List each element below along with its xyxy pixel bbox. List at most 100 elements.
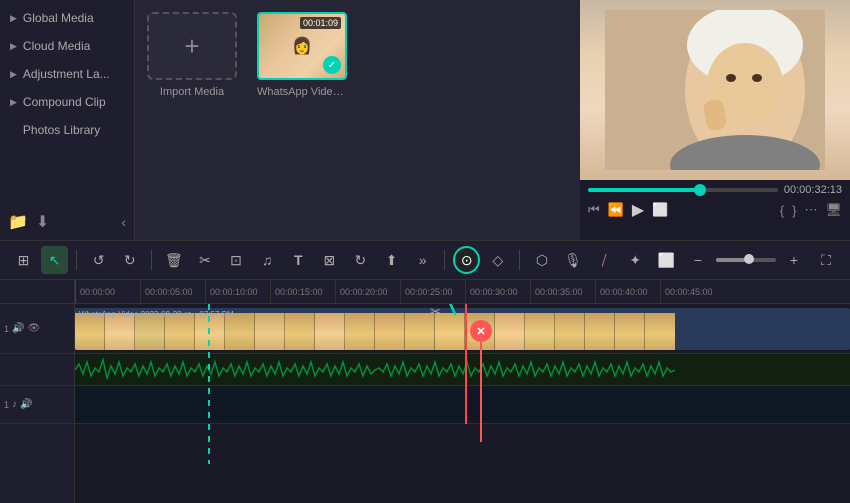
zoom-fill	[716, 258, 746, 262]
audio-toggle-icon[interactable]: 🔊	[12, 323, 24, 334]
preview-video	[580, 0, 850, 180]
video-clip[interactable]: WhatsApp Video 2023-09-28 at... 07:57 PM	[75, 308, 850, 350]
toolbar: ⊞ ↖ ↺ ↻ 🗑 ✂ ⊡ ♫ T ⊠ ↻ ⬆ » ⊙ ◇ ⬡ 🎙 ⧸ ✦ ⬜ …	[0, 240, 850, 280]
toolbar-right: − + ⛶	[684, 246, 840, 274]
music-track	[75, 386, 850, 424]
ruler-label-7: 00:00:35:00	[530, 280, 595, 303]
ruler-label-4: 00:00:20:00	[335, 280, 400, 303]
chevron-right-icon: ▶	[10, 97, 17, 108]
fullscreen-timeline-button[interactable]: ⛶	[812, 246, 840, 274]
collapse-icon[interactable]: ‹	[121, 214, 126, 230]
ruler-label-2: 00:00:10:00	[205, 280, 270, 303]
import-media-box[interactable]: +	[147, 12, 237, 80]
media-browser: + Import Media 👩 00:01:09 ✓ WhatsApp Vid…	[135, 0, 580, 240]
preview-progress-bar: 00:00:32:13	[588, 184, 842, 196]
progress-handle[interactable]	[694, 184, 706, 196]
frame	[255, 313, 285, 350]
ruler-label-6: 00:00:30:00	[465, 280, 530, 303]
sidebar-item-cloud-media[interactable]: ▶ Cloud Media	[0, 32, 134, 60]
audio-button[interactable]: ♫	[254, 246, 281, 274]
video-thumbnail[interactable]: 👩 00:01:09 ✓ WhatsApp Video 202...	[257, 12, 347, 98]
video-track-number: 1	[4, 324, 9, 334]
crop-button[interactable]: ⊠	[316, 246, 343, 274]
zoom-track[interactable]	[716, 258, 776, 262]
preview-timestamp: 00:00:32:13	[784, 184, 842, 196]
music-icon[interactable]: ♪	[12, 399, 17, 410]
zoom-out-button[interactable]: −	[684, 246, 712, 274]
sidebar-item-label: Global Media	[23, 11, 94, 25]
text-button[interactable]: T	[285, 246, 312, 274]
timeline-ruler: 00:00:00 00:00:05:00 00:00:10:00 00:00:1…	[75, 280, 850, 303]
preview-controls: 00:00:32:13 ⏮ ⏪ ▶ ⬜ { } ⋯ 🖥	[580, 180, 850, 240]
thumb-box[interactable]: 👩 00:01:09 ✓	[257, 12, 347, 80]
audio-waveform-track	[75, 354, 850, 386]
split-button[interactable]: ⧸	[591, 246, 618, 274]
effects-button[interactable]: ✦	[622, 246, 649, 274]
sidebar-item-global-media[interactable]: ▶ Global Media	[0, 4, 134, 32]
plus-icon: +	[184, 31, 199, 62]
redo-button[interactable]: ↻	[116, 246, 143, 274]
toolbar-divider-4	[519, 250, 520, 270]
sidebar-item-label: Compound Clip	[23, 95, 106, 109]
copy-button[interactable]: ⊡	[223, 246, 250, 274]
sidebar: ▶ Global Media ▶ Cloud Media ▶ Adjustmen…	[0, 0, 135, 240]
select-tool-button[interactable]: ↖	[41, 246, 68, 274]
sidebar-item-adjustment[interactable]: ▶ Adjustment La...	[0, 60, 134, 88]
timeline-header-left	[0, 280, 75, 303]
audio-waveform	[75, 354, 850, 385]
keyframe-button[interactable]: ◇	[484, 246, 511, 274]
mic-button[interactable]: 🎙	[560, 246, 587, 274]
rotate-button[interactable]: ↻	[347, 246, 374, 274]
person-icon: 👩	[292, 36, 312, 56]
frame	[465, 313, 495, 350]
preview-playback-buttons: ⏮ ⏪ ▶ ⬜ { } ⋯ 🖥	[588, 200, 842, 220]
step-back-button[interactable]: ⏪	[608, 202, 624, 218]
video-filename: WhatsApp Video 202...	[257, 86, 347, 98]
import-icon[interactable]: ⬇	[36, 212, 49, 232]
progress-track[interactable]	[588, 188, 778, 192]
ruler-label-8: 00:00:40:00	[595, 280, 660, 303]
audio-track-control	[0, 354, 74, 386]
marker-button[interactable]: ⬡	[528, 246, 555, 274]
mark-out-button[interactable]: }	[792, 203, 796, 218]
zoom-slider[interactable]	[716, 258, 776, 262]
sidebar-item-label: Cloud Media	[23, 39, 90, 53]
import-media-button[interactable]: + Import Media	[147, 12, 237, 98]
cut-button[interactable]: ✂	[191, 246, 218, 274]
skip-back-button[interactable]: ⏮	[588, 202, 600, 218]
ruler-label-0: 00:00:00	[75, 280, 140, 303]
clip-label: WhatsApp Video 2023-09-28 at... 07:57 PM	[79, 310, 234, 319]
fullscreen-button[interactable]: ⬜	[652, 202, 668, 218]
zoom-handle[interactable]	[744, 254, 754, 264]
music-track-number: 1	[4, 400, 9, 410]
frame	[495, 313, 525, 350]
frame	[345, 313, 375, 350]
export-button[interactable]: ⬆	[378, 246, 405, 274]
music-volume-icon[interactable]: 🔊	[20, 399, 32, 410]
frame	[315, 313, 345, 350]
more-tools-button[interactable]: »	[409, 246, 436, 274]
chevron-right-icon: ▶	[10, 41, 17, 52]
preview-frame	[580, 0, 850, 180]
more-options-button[interactable]: ⋯	[804, 202, 817, 218]
delete-button[interactable]: 🗑	[160, 246, 187, 274]
visibility-icon[interactable]: 👁	[27, 323, 40, 334]
subtitle-button[interactable]: ⬜	[653, 246, 680, 274]
music-track-control: 1 ♪ 🔊	[0, 386, 74, 424]
speed-tool-button[interactable]: ⊙	[453, 246, 480, 274]
sidebar-item-photos-library[interactable]: ▶ Photos Library	[0, 116, 134, 144]
zoom-in-button[interactable]: +	[780, 246, 808, 274]
play-button[interactable]: ▶	[632, 200, 644, 220]
progress-fill	[588, 188, 702, 192]
import-media-label: Import Media	[160, 86, 224, 98]
layout-button[interactable]: ⊞	[10, 246, 37, 274]
timeline-area: 00:00:00 00:00:05:00 00:00:10:00 00:00:1…	[0, 280, 850, 503]
ruler-label-1: 00:00:05:00	[140, 280, 205, 303]
undo-button[interactable]: ↺	[85, 246, 112, 274]
folder-icon[interactable]: 📁	[8, 212, 28, 232]
mark-in-button[interactable]: {	[780, 203, 784, 218]
screen-button[interactable]: 🖥	[825, 202, 842, 218]
sidebar-item-compound-clip[interactable]: ▶ Compound Clip	[0, 88, 134, 116]
check-icon: ✓	[323, 56, 341, 74]
thumb-duration: 00:01:09	[300, 17, 341, 29]
